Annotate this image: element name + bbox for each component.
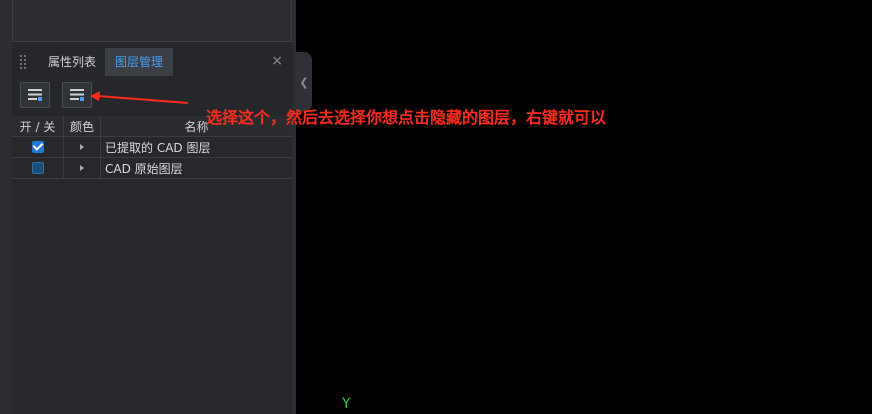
layer-name: 已提取的 CAD 图层 [105, 140, 211, 155]
drag-handle-icon[interactable] [20, 55, 28, 69]
close-icon[interactable]: × [271, 53, 283, 69]
table-row[interactable]: 已提取的 CAD 图层 [12, 137, 292, 158]
table-row[interactable]: CAD 原始图层 [12, 158, 292, 179]
visibility-checkbox[interactable] [31, 141, 44, 153]
cad-viewport[interactable] [296, 0, 872, 414]
layer-name: CAD 原始图层 [105, 161, 183, 176]
tab-property-list[interactable]: 属性列表 [38, 48, 106, 76]
column-header-toggle[interactable]: 开 / 关 [12, 116, 64, 136]
layer-edit-icon [70, 89, 84, 101]
panel-tabbar: 属性列表 图层管理 × [12, 48, 293, 77]
layer-list-button[interactable] [20, 82, 50, 108]
chevron-left-icon: ❮ [299, 75, 309, 89]
y-axis-label: Y [342, 396, 351, 412]
annotation-text: 选择这个，然后去选择你想点击隐藏的图层，右键就可以 [206, 108, 607, 127]
annotation-arrow [90, 91, 189, 104]
collapse-panel-button[interactable]: ❮ [296, 52, 312, 112]
expand-arrow-icon[interactable] [80, 165, 84, 171]
column-header-color[interactable]: 颜色 [64, 116, 101, 136]
expand-arrow-icon[interactable] [80, 144, 84, 150]
visibility-checkbox[interactable] [31, 162, 44, 174]
upper-panel-area [12, 0, 292, 42]
tab-layer-management[interactable]: 图层管理 [105, 48, 174, 76]
layer-list-icon [28, 89, 42, 101]
